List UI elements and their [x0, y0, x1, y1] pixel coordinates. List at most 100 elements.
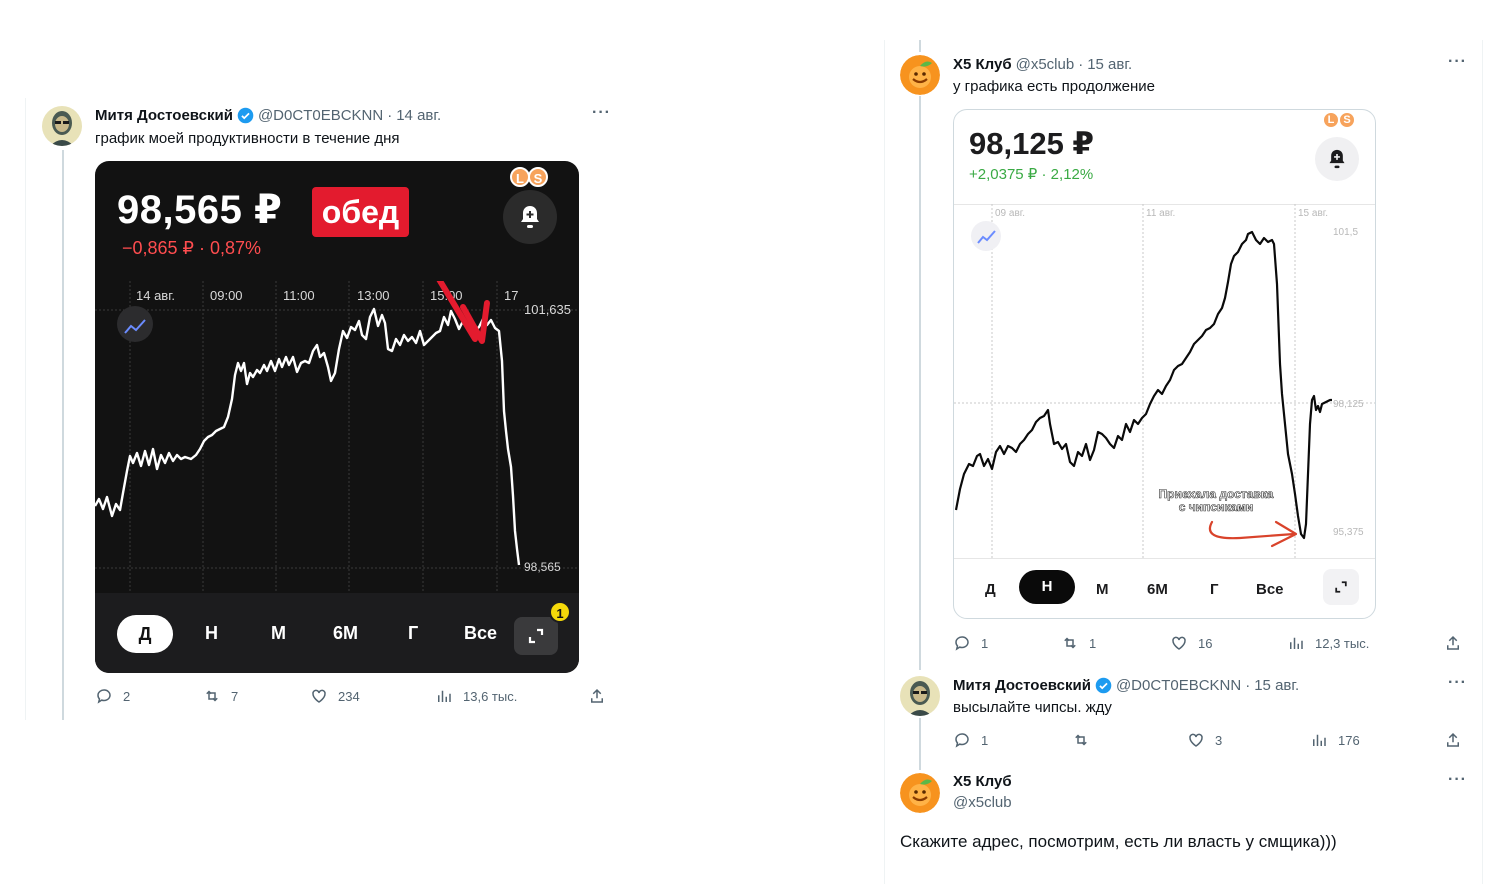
- indicators-icon[interactable]: [971, 221, 1001, 251]
- tab-year[interactable]: Г: [1210, 581, 1219, 598]
- right-thread-line-2: [919, 718, 921, 770]
- reply-button[interactable]: 1: [953, 731, 988, 749]
- author-name[interactable]: Митя Достоевский: [953, 677, 1091, 694]
- more-options-icon[interactable]: ···: [1448, 53, 1467, 71]
- like-count: 234: [338, 688, 360, 704]
- tab-month[interactable]: М: [271, 623, 286, 644]
- retweet-button[interactable]: 1: [1061, 634, 1096, 652]
- reply-button[interactable]: 2: [95, 687, 130, 705]
- tweet-date[interactable]: 15 авг.: [1254, 677, 1299, 694]
- like-button[interactable]: 16: [1170, 634, 1212, 652]
- left-tweet-actions: 2 7 234 13,6 тыс.: [95, 687, 610, 707]
- avatar-x5club[interactable]: [900, 55, 940, 95]
- views-count: 12,3 тыс.: [1315, 635, 1370, 651]
- price-label: 95,375: [1333, 527, 1364, 538]
- date-label: 15 авг.: [1298, 208, 1328, 219]
- author-name[interactable]: X5 Клуб: [953, 773, 1012, 790]
- tweet-date[interactable]: 14 авг.: [396, 107, 441, 124]
- tab-month[interactable]: М: [1096, 581, 1109, 598]
- reply1-actions: 1 3 176: [953, 731, 1468, 751]
- chart-price: 98,125 ₽: [969, 126, 1094, 161]
- author-name[interactable]: Митя Достоевский: [95, 107, 233, 124]
- tab-all[interactable]: Все: [464, 623, 497, 644]
- reply-icon: [97, 689, 111, 704]
- like-button[interactable]: 3: [1187, 731, 1222, 749]
- reply-count: 1: [981, 732, 989, 748]
- right-pane-border-right: [1482, 40, 1483, 884]
- dark-period-tabs: Д Н М 6М Г Все: [95, 593, 579, 673]
- views-button[interactable]: 12,3 тыс.: [1287, 634, 1369, 652]
- ls-badge-s: S: [528, 167, 548, 187]
- separator-dot: ·: [1078, 56, 1084, 73]
- chart-change: −0,865 ₽ · 0,87%: [122, 238, 262, 258]
- time-label: 14 авг.: [136, 288, 175, 303]
- tweet-text: Скажите адрес, посмотрим, есть ли власть…: [900, 832, 1337, 851]
- share-button[interactable]: [588, 687, 606, 705]
- tab-week[interactable]: Н: [205, 623, 218, 644]
- author-handle[interactable]: @D0CT0EBCKNN: [258, 107, 383, 124]
- retweet-button[interactable]: 7: [203, 687, 238, 705]
- like-count: 16: [1198, 635, 1213, 651]
- author-handle[interactable]: @x5club: [1016, 56, 1075, 73]
- ls-badge-l: L: [510, 167, 530, 187]
- share-icon: [1447, 732, 1459, 747]
- chart-price: 98,565 ₽: [117, 188, 283, 232]
- tab-day[interactable]: Д: [117, 615, 173, 653]
- avatar-x5club[interactable]: [900, 773, 940, 813]
- views-count: 13,6 тыс.: [463, 688, 518, 704]
- reply-count: 2: [123, 688, 131, 704]
- reply-button[interactable]: 1: [953, 634, 988, 652]
- author-handle[interactable]: @x5club: [953, 794, 1012, 811]
- add-alert-button[interactable]: [503, 190, 557, 244]
- retweet-icon: [206, 690, 218, 702]
- price-line: [954, 230, 1332, 540]
- avatar-mitya[interactable]: [900, 676, 940, 716]
- like-button[interactable]: 234: [310, 687, 360, 705]
- retweet-icon: [1075, 734, 1087, 746]
- more-options-icon[interactable]: ···: [592, 104, 611, 122]
- tab-6month[interactable]: 6М: [1147, 581, 1168, 598]
- tab-all[interactable]: Все: [1256, 581, 1284, 598]
- author-handle[interactable]: @D0CT0EBCKNN: [1116, 677, 1241, 694]
- ls-badge-s: S: [1338, 111, 1356, 129]
- tweet-text: график моей продуктивности в течение дня: [95, 130, 400, 147]
- add-alert-button[interactable]: [1315, 137, 1359, 181]
- light-chart-card: 98,125 ₽ +2,0375 ₽ · 2,12% L S 09 авг. 1…: [953, 109, 1376, 619]
- date-label: 09 авг.: [995, 208, 1025, 219]
- tab-6month[interactable]: 6М: [333, 623, 358, 644]
- price-label: 98,125: [1333, 399, 1364, 410]
- fullscreen-button[interactable]: [514, 617, 558, 655]
- dark-chart: 14 авг. 09:00 11:00 13:00 15:00 17 101,6…: [95, 281, 579, 593]
- views-count: 176: [1338, 732, 1360, 748]
- price-low-label: 98,565: [524, 560, 561, 574]
- bell-plus-icon: [521, 206, 539, 228]
- share-button[interactable]: [1444, 731, 1462, 749]
- views-button[interactable]: 176: [1310, 731, 1360, 749]
- avatar-mitya[interactable]: [42, 106, 82, 146]
- annotation-text-1: Приехала доставка: [1159, 487, 1274, 501]
- views-button[interactable]: 13,6 тыс.: [435, 687, 517, 705]
- indicators-icon[interactable]: [117, 306, 153, 342]
- retweet-count: 7: [231, 688, 239, 704]
- tab-year[interactable]: Г: [408, 623, 418, 644]
- heart-icon: [312, 689, 326, 703]
- retweet-button[interactable]: [1072, 731, 1100, 749]
- tab-week[interactable]: Н: [1019, 570, 1075, 604]
- tweet-date[interactable]: 15 авг.: [1087, 56, 1132, 73]
- right-tweet-header: X5 Клуб @x5club · 15 авг.: [953, 56, 1132, 73]
- more-options-icon[interactable]: ···: [1448, 674, 1467, 692]
- time-label: 09:00: [210, 288, 243, 303]
- chart-change: +2,0375 ₽ · 2,12%: [969, 166, 1094, 183]
- author-name[interactable]: X5 Клуб: [953, 56, 1012, 73]
- fullscreen-button[interactable]: [1323, 569, 1359, 605]
- tab-day[interactable]: Д: [985, 581, 996, 598]
- dark-chart-card: 98,565 ₽ −0,865 ₽ · 0,87% обед L S 14 ав…: [95, 161, 579, 673]
- share-button[interactable]: [1444, 634, 1462, 652]
- separator-dot: ·: [387, 107, 393, 124]
- more-options-icon[interactable]: ···: [1448, 771, 1467, 789]
- retweet-icon: [1064, 637, 1076, 649]
- bell-plus-icon: [1329, 149, 1345, 169]
- share-icon: [1447, 635, 1459, 650]
- light-chart: 09 авг. 11 авг. 15 авг. 101,5 98,125 95,…: [954, 204, 1375, 559]
- heart-icon: [1189, 733, 1203, 747]
